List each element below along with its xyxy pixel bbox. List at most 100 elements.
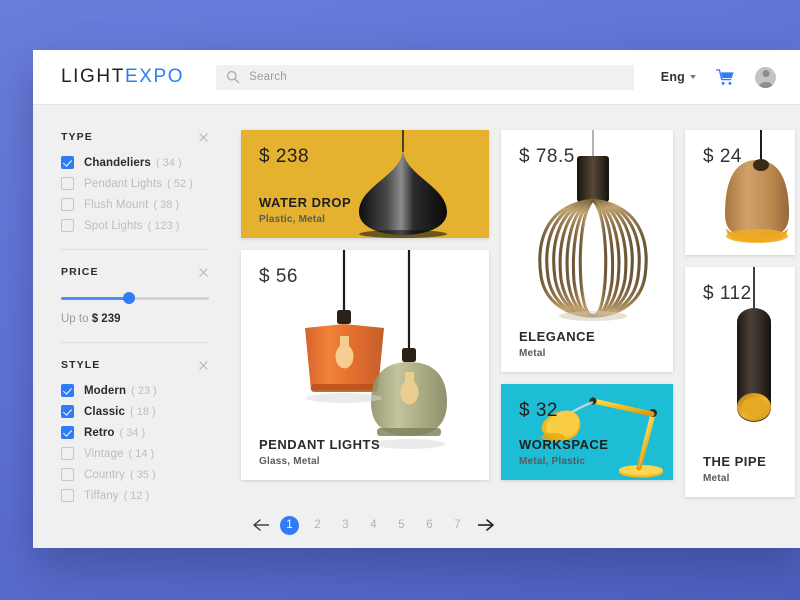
price-slider-handle[interactable] xyxy=(123,292,136,304)
close-icon-style[interactable] xyxy=(198,360,209,371)
filter-section-style-header: STYLE xyxy=(61,359,209,371)
filter-option-chandeliers[interactable]: Chandeliers ( 34 ) xyxy=(61,156,209,169)
pagination: 1 2 3 4 5 6 7 xyxy=(241,515,800,535)
filter-label-pendant-lights: Pendant Lights xyxy=(84,177,163,190)
filter-option-tiffany[interactable]: Tiffany ( 12 ) xyxy=(61,489,209,502)
search-icon xyxy=(227,71,240,84)
product-column-right: $ 24 $ 112 THE PIPE Metal xyxy=(685,130,795,497)
checkbox-flush-mount[interactable] xyxy=(61,198,74,211)
product-card-pendant-lights[interactable]: $ 56 PENDANT LIGHTS Glass, Metal xyxy=(241,250,489,480)
filter-option-retro[interactable]: Retro ( 34 ) xyxy=(61,426,209,439)
page-button-1[interactable]: 1 xyxy=(280,515,299,535)
product-info-the-pipe: THE PIPE Metal xyxy=(703,454,766,484)
page-button-4[interactable]: 4 xyxy=(364,516,383,535)
price-slider[interactable] xyxy=(61,291,209,305)
filter-label-flush-mount: Flush Mount xyxy=(84,198,149,211)
filter-count-classic: ( 18 ) xyxy=(129,405,156,418)
logo[interactable]: LIGHT EXPO xyxy=(61,66,184,88)
page-button-3[interactable]: 3 xyxy=(336,516,355,535)
filter-label-chandeliers: Chandeliers xyxy=(84,156,151,169)
checkbox-country[interactable] xyxy=(61,468,74,481)
filter-option-spot-lights[interactable]: Spot Lights ( 123 ) xyxy=(61,219,209,232)
checkbox-retro[interactable] xyxy=(61,426,74,439)
page-button-2[interactable]: 2 xyxy=(308,516,327,535)
product-card-wood-dome[interactable]: $ 24 xyxy=(685,130,795,255)
filter-count-vintage: ( 14 ) xyxy=(128,447,155,460)
header-actions: Eng xyxy=(661,66,776,88)
product-name-the-pipe: THE PIPE xyxy=(703,454,767,469)
checkbox-vintage[interactable] xyxy=(61,447,74,460)
app-window: LIGHTEXPO Eng xyxy=(33,50,800,548)
price-amount: $ 239 xyxy=(91,313,121,325)
filter-option-country[interactable]: Country ( 35 ) xyxy=(61,468,209,481)
product-price-workspace: $ 32 xyxy=(519,400,558,421)
filter-count-country: ( 35 ) xyxy=(129,468,156,481)
product-name-elegance: ELEGANCE xyxy=(519,329,596,344)
product-price-pendant-lights: $ 56 xyxy=(259,266,298,287)
filter-count-flush-mount: ( 38 ) xyxy=(153,198,180,211)
product-info-workspace: WORKSPACE Metal, Plastic xyxy=(519,437,608,467)
product-info-elegance: ELEGANCE Metal xyxy=(519,329,595,359)
filter-section-price-header: PRICE xyxy=(61,266,209,278)
filter-option-pendant-lights[interactable]: Pendant Lights ( 52 ) xyxy=(61,177,209,190)
product-column-left: $ 238 WATER DROP Plastic, Metal $ 56 PEN… xyxy=(241,130,489,480)
checkbox-spot-lights[interactable] xyxy=(61,219,74,232)
filter-label-retro: Retro xyxy=(84,426,115,439)
product-price-water-drop: $ 238 xyxy=(259,146,310,167)
search-bar[interactable] xyxy=(216,64,635,90)
app-body: TYPE Chandeliers ( 34 ) Pendant Lights (… xyxy=(33,105,800,548)
product-name-workspace: WORKSPACE xyxy=(519,437,609,452)
product-grid: $ 238 WATER DROP Plastic, Metal $ 56 PEN… xyxy=(241,130,800,497)
shopping-cart-icon[interactable] xyxy=(716,68,735,87)
logo-text-expo: EXPO xyxy=(124,66,185,87)
filter-title-style: STYLE xyxy=(61,359,101,371)
page-button-6[interactable]: 6 xyxy=(420,516,439,535)
product-name-water-drop: WATER DROP xyxy=(259,195,352,210)
filter-title-price: PRICE xyxy=(61,266,99,278)
product-grid-area: $ 238 WATER DROP Plastic, Metal $ 56 PEN… xyxy=(233,105,800,548)
product-card-the-pipe[interactable]: $ 112 THE PIPE Metal xyxy=(685,267,795,497)
filter-section-type-header: TYPE xyxy=(61,131,209,143)
product-card-workspace[interactable]: $ 32 WORKSPACE Metal, Plastic xyxy=(501,384,673,480)
page-button-7[interactable]: 7 xyxy=(448,516,467,535)
filter-label-modern: Modern xyxy=(84,384,127,397)
product-materials-workspace: Metal, Plastic xyxy=(519,456,586,467)
filter-option-modern[interactable]: Modern ( 23 ) xyxy=(61,384,209,397)
product-price-wood-dome: $ 24 xyxy=(703,146,742,167)
checkbox-modern[interactable] xyxy=(61,384,74,397)
product-name-pendant-lights: PENDANT LIGHTS xyxy=(259,437,381,452)
close-icon-type[interactable] xyxy=(198,132,209,143)
search-input[interactable] xyxy=(249,71,625,83)
filter-count-pendant-lights: ( 52 ) xyxy=(167,177,193,190)
page-button-5[interactable]: 5 xyxy=(392,516,411,535)
filter-count-chandeliers: ( 34 ) xyxy=(155,156,182,169)
filter-title-type: TYPE xyxy=(61,131,93,143)
product-info-pendant-lights: PENDANT LIGHTS Glass, Metal xyxy=(259,437,380,467)
filter-option-flush-mount[interactable]: Flush Mount ( 38 ) xyxy=(61,198,209,211)
close-icon-price[interactable] xyxy=(198,267,209,278)
filter-count-tiffany: ( 12 ) xyxy=(123,489,150,502)
filter-count-retro: ( 34 ) xyxy=(119,426,146,439)
language-selector[interactable]: Eng xyxy=(661,70,696,84)
filter-option-vintage[interactable]: Vintage ( 14 ) xyxy=(61,447,209,460)
filter-label-vintage: Vintage xyxy=(84,447,124,460)
user-avatar-icon[interactable] xyxy=(755,66,776,88)
app-header: LIGHTEXPO Eng xyxy=(33,50,800,105)
price-prefix: Up to xyxy=(61,313,89,325)
product-price-elegance: $ 78.5 xyxy=(519,146,575,167)
arrow-right-icon[interactable] xyxy=(476,515,496,535)
product-card-water-drop[interactable]: $ 238 WATER DROP Plastic, Metal xyxy=(241,130,489,238)
logo-text-light: LIGHT xyxy=(61,66,125,87)
filter-count-modern: ( 23 ) xyxy=(131,384,157,397)
filter-count-spot-lights: ( 123 ) xyxy=(147,219,180,232)
arrow-left-icon[interactable] xyxy=(251,515,271,535)
filter-option-classic[interactable]: Classic ( 18 ) xyxy=(61,405,209,418)
checkbox-chandeliers[interactable] xyxy=(61,156,74,169)
product-card-elegance[interactable]: $ 78.5 ELEGANCE Metal xyxy=(501,130,673,372)
checkbox-classic[interactable] xyxy=(61,405,74,418)
product-materials-water-drop: Plastic, Metal xyxy=(259,214,326,225)
checkbox-pendant-lights[interactable] xyxy=(61,177,74,190)
checkbox-tiffany[interactable] xyxy=(61,489,74,502)
filter-sidebar: TYPE Chandeliers ( 34 ) Pendant Lights (… xyxy=(33,105,233,548)
product-materials-the-pipe: Metal xyxy=(703,473,730,484)
